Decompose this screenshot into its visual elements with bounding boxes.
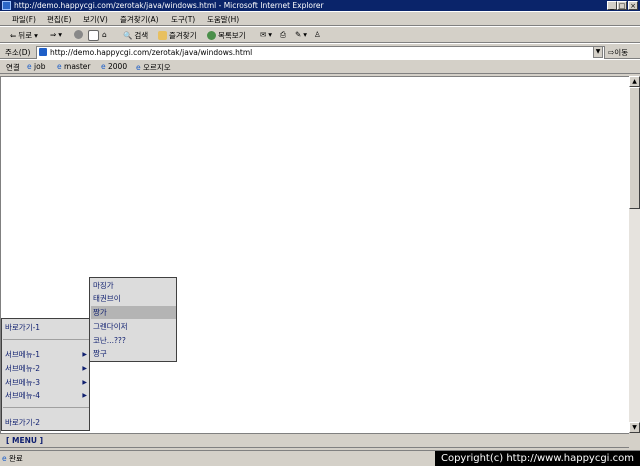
chevron-down-icon: ▾: [34, 31, 38, 40]
submenu-item-jjangga[interactable]: 짱가: [91, 306, 176, 319]
refresh-icon: [88, 30, 99, 41]
forward-button[interactable]: ⇒ ▾: [50, 30, 62, 39]
ie-app-icon: [2, 1, 11, 10]
forward-arrow-icon: ⇒: [50, 30, 57, 39]
stop-icon: [74, 30, 83, 39]
submenu: 마징가 태권브이 짱가 그렌다이저 코난...??? 짱구: [89, 277, 177, 362]
submenu-item-mazinga[interactable]: 마징가: [91, 279, 176, 292]
window-title: http://demo.happycgi.com/zerotak/java/wi…: [14, 1, 324, 10]
home-icon: ⌂: [102, 30, 107, 39]
submenu-item-taekwon-v[interactable]: 태권브이: [91, 292, 176, 305]
chevron-down-icon: ▾: [303, 30, 308, 39]
menu-toggle-button[interactable]: [ MENU ]: [6, 436, 43, 445]
maximize-button[interactable]: □: [617, 1, 627, 10]
messenger-icon: ♙: [314, 30, 321, 39]
history-button[interactable]: 목록보기: [207, 30, 246, 41]
menu-tools[interactable]: 도구(T): [171, 14, 195, 25]
menu-edit[interactable]: 편집(E): [47, 14, 71, 25]
ie-page-icon: e: [57, 62, 62, 71]
links-bar: 연결 e job e master e 2000 e 오르지오: [0, 59, 640, 74]
address-label: 주소(D): [5, 48, 31, 57]
history-icon: [207, 31, 216, 40]
edit-icon: ✎: [295, 30, 302, 39]
address-bar: 주소(D) http://demo.happycgi.com/zerotak/j…: [0, 43, 640, 60]
back-button[interactable]: ⇐ 뒤로 ▾: [10, 30, 38, 41]
menu-item-shortcut-2[interactable]: 바로가기-2: [3, 416, 89, 429]
edit-button[interactable]: ✎ ▾: [295, 30, 307, 39]
page-icon: [39, 48, 47, 56]
scroll-thumb[interactable]: [629, 87, 640, 209]
refresh-button[interactable]: [88, 30, 99, 41]
print-icon: ⎙: [280, 30, 286, 39]
menu-bar: 파일(F) 편집(E) 보기(V) 즐겨찾기(A) 도구(T) 도움말(H): [0, 11, 640, 26]
menu-divider: [3, 407, 89, 408]
menu-item-submenu-4[interactable]: 서브메뉴-4 ▶: [3, 389, 89, 402]
vertical-scrollbar[interactable]: ▲ ▼: [629, 76, 640, 433]
submenu-arrow-icon: ▶: [82, 365, 87, 372]
copyright-notice: Copyright(c) http://www.happycgi.com: [435, 451, 640, 466]
submenu-item-conan[interactable]: 코난...???: [91, 334, 176, 347]
main-menu: 바로가기-1 서브메뉴-1 ▶ 서브메뉴-2 ▶ 서브메뉴-3 ▶ 서브메뉴-4…: [1, 318, 90, 431]
bottom-menu-bar: [ MENU ]: [0, 433, 629, 448]
menu-help[interactable]: 도움말(H): [207, 14, 239, 25]
address-url: http://demo.happycgi.com/zerotak/java/wi…: [50, 48, 253, 57]
page-content: [0, 76, 629, 433]
favorites-icon: [158, 31, 167, 40]
menu-item-shortcut-1[interactable]: 바로가기-1: [3, 321, 89, 334]
submenu-item-jjanggu[interactable]: 짱구: [91, 347, 176, 360]
submenu-arrow-icon: ▶: [82, 392, 87, 399]
divider: [0, 447, 629, 448]
mail-icon: ✉: [260, 30, 267, 39]
links-label: 연결: [6, 63, 20, 72]
address-dropdown-button[interactable]: ▼: [593, 46, 603, 58]
favorites-button[interactable]: 즐겨찾기: [158, 30, 197, 41]
status-bar: e 완료 Copyright(c) http://www.happycgi.co…: [0, 450, 640, 466]
link-orgio[interactable]: e 오르지오: [136, 62, 171, 73]
menu-view[interactable]: 보기(V): [83, 14, 108, 25]
chevron-down-icon: ▾: [268, 30, 273, 39]
search-icon: 🔍: [123, 31, 133, 40]
messenger-button[interactable]: ♙: [314, 30, 321, 39]
back-arrow-icon: ⇐: [10, 31, 17, 40]
menu-item-submenu-2[interactable]: 서브메뉴-2 ▶: [3, 362, 89, 375]
link-master[interactable]: e master: [57, 62, 90, 71]
ie-page-icon: e: [101, 62, 106, 71]
ie-page-icon: e: [2, 454, 7, 463]
ie-page-icon: e: [136, 63, 141, 72]
scroll-down-button[interactable]: ▼: [629, 422, 640, 433]
mail-button[interactable]: ✉ ▾: [260, 30, 272, 39]
minimize-button[interactable]: _: [607, 1, 617, 10]
close-button[interactable]: ×: [628, 1, 638, 10]
print-button[interactable]: ⎙: [280, 30, 286, 40]
status-indicator: e 완료: [2, 454, 23, 463]
toolbar: ⇐ 뒤로 ▾ ⇒ ▾ ⌂ 🔍 검색 즐겨찾기 목록보기 ✉ ▾ ⎙ ✎ ▾ ♙: [0, 26, 640, 43]
scroll-up-button[interactable]: ▲: [629, 76, 640, 87]
title-bar: http://demo.happycgi.com/zerotak/java/wi…: [0, 0, 640, 11]
stop-button[interactable]: [74, 30, 83, 39]
menu-item-submenu-3[interactable]: 서브메뉴-3 ▶: [3, 376, 89, 389]
go-button[interactable]: ⇨이동: [608, 47, 628, 58]
submenu-arrow-icon: ▶: [82, 351, 87, 358]
menu-file[interactable]: 파일(F): [12, 14, 36, 25]
home-button[interactable]: ⌂: [102, 30, 107, 39]
submenu-arrow-icon: ▶: [82, 379, 87, 386]
link-2000[interactable]: e 2000: [101, 62, 127, 71]
menu-favorites[interactable]: 즐겨찾기(A): [120, 14, 159, 25]
submenu-item-grendizer[interactable]: 그렌다이저: [91, 320, 176, 333]
menu-item-submenu-1[interactable]: 서브메뉴-1 ▶: [3, 348, 89, 361]
ie-page-icon: e: [27, 62, 32, 71]
chevron-down-icon: ▾: [58, 30, 63, 39]
address-input[interactable]: http://demo.happycgi.com/zerotak/java/wi…: [36, 46, 605, 60]
menu-divider: [3, 339, 89, 340]
search-button[interactable]: 🔍 검색: [123, 30, 148, 41]
link-job[interactable]: e job: [27, 62, 45, 71]
